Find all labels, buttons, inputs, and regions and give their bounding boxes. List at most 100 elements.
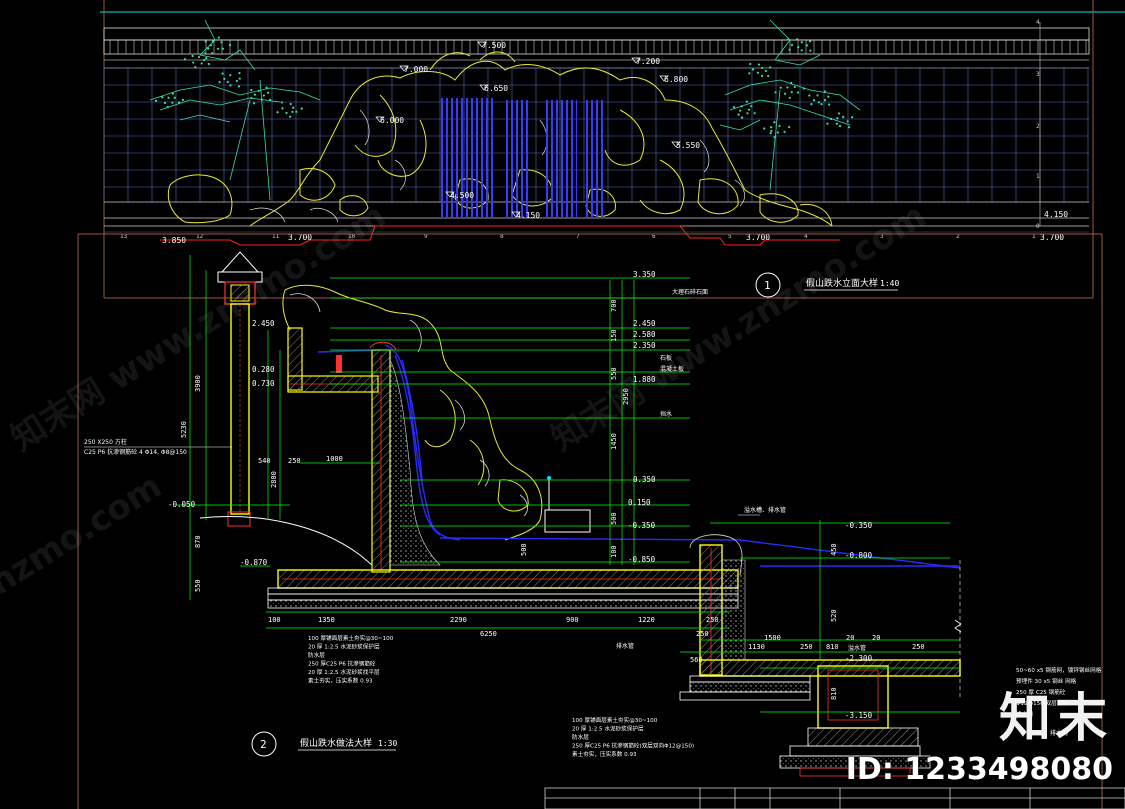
leaf-mark	[769, 132, 772, 135]
leaf-mark	[820, 102, 823, 106]
leaf-mark	[285, 111, 288, 115]
sec-level-2350: 2.350	[633, 341, 656, 350]
leaf-mark	[292, 106, 295, 109]
leaf-mark	[826, 122, 829, 125]
leaf-mark	[828, 103, 831, 106]
sec-level-2580: 2.580	[633, 330, 656, 339]
leaf-mark	[171, 101, 174, 104]
leaf-mark	[827, 95, 830, 98]
leaf-mark	[237, 85, 241, 88]
leaf-mark	[200, 62, 203, 65]
sec-level-2450r: 2.450	[633, 319, 656, 328]
title-block	[544, 787, 1125, 809]
leaf-mark	[767, 74, 770, 78]
construction-note: 20 厚 1:2.5 水泥砂浆保护层	[308, 643, 380, 651]
dim-870: 870	[194, 535, 202, 548]
drawing-number-1: 1	[764, 279, 771, 292]
sec-level-m0350a: -0.350	[628, 521, 656, 530]
leaf-mark	[737, 113, 740, 116]
leaf-mark	[217, 36, 220, 39]
leaf-mark	[177, 101, 181, 104]
leaf-mark	[770, 129, 773, 133]
leaf-mark	[748, 72, 751, 75]
leaf-mark	[753, 112, 756, 115]
sec-level-m3150: -3.150	[845, 711, 873, 720]
brand-logo-text: 知末	[998, 689, 1111, 749]
leaf-mark	[773, 121, 776, 124]
leaf-mark	[295, 110, 298, 113]
construction-note: 素土夯实，压实系数 0.93	[308, 677, 373, 685]
elevation-drawing: 43 210 13 12 11 10 9 8 7 6 5 4 3 2 1 7.5…	[100, 0, 1125, 299]
leaf-mark	[740, 105, 743, 108]
misc-540: 540	[258, 457, 271, 465]
sec-level-0150: 0.150	[628, 498, 651, 507]
dim-520: 520	[830, 609, 838, 622]
construction-note: 防水层	[572, 733, 589, 741]
sec-level-0280: 0.280	[252, 365, 275, 374]
leaf-mark	[226, 80, 229, 84]
leaf-mark	[166, 105, 170, 109]
sec-level-1880: 1.880	[633, 375, 656, 384]
leaf-mark	[837, 112, 841, 115]
leaf-mark	[838, 124, 842, 128]
leaf-mark	[167, 96, 170, 99]
waterfall-elevation	[438, 98, 605, 218]
leaf-mark	[797, 46, 800, 49]
leaf-mark	[749, 62, 752, 66]
misc-1000: 1000	[326, 455, 343, 463]
label-concrete-slab: 混凝土板	[660, 365, 684, 373]
leaf-mark	[760, 66, 764, 70]
leaf-mark	[194, 66, 197, 69]
leaf-mark	[751, 68, 755, 71]
leaf-mark	[808, 94, 811, 97]
section-scale: 1:30	[378, 739, 397, 748]
leaf-mark	[250, 96, 253, 100]
sec-level-3350: 3.350	[633, 270, 656, 279]
leaf-mark	[835, 122, 838, 125]
leaf-mark	[276, 111, 279, 114]
leaf-mark	[816, 94, 819, 97]
hdim-900: 900	[566, 616, 579, 624]
leaf-mark	[238, 77, 241, 80]
leaf-mark	[260, 98, 264, 101]
svg-text:0: 0	[1036, 223, 1040, 230]
leaf-mark	[830, 117, 833, 121]
hdim-1350: 1350	[318, 616, 335, 624]
dim-2800: 2800	[270, 471, 278, 488]
svg-text:1: 1	[1036, 173, 1040, 180]
leaf-mark	[267, 91, 270, 94]
leaf-mark	[204, 40, 207, 43]
label-overflow: 溢水槽、排水管	[744, 506, 786, 514]
dim-500: 500	[610, 512, 618, 525]
leaf-mark	[209, 44, 213, 47]
sec-level-2450l: 2.450	[252, 319, 275, 328]
construction-note: 50~60 x5 钢筋网，镀锌钢丝网格	[1016, 666, 1102, 674]
leaf-mark	[289, 102, 292, 106]
leaf-mark	[281, 107, 284, 110]
leaf-mark	[790, 81, 793, 84]
image-id-text: ID: 1233498080	[845, 752, 1113, 787]
hdim-1500: 1500	[764, 634, 781, 642]
dim-1450: 1450	[610, 433, 618, 450]
elevation-title: 假山跌水立面大样	[806, 277, 878, 289]
leaf-mark	[746, 112, 749, 115]
leaf-mark	[783, 92, 787, 95]
leaf-mark	[773, 136, 776, 139]
leaf-mark	[739, 109, 742, 112]
label-stone-slab: 石板	[660, 354, 672, 362]
leaf-mark	[207, 47, 210, 50]
dim-150: 150	[610, 329, 618, 342]
leaf-mark	[262, 94, 266, 97]
svg-text:4: 4	[1036, 19, 1040, 26]
construction-note: 防水层	[308, 651, 325, 659]
dim-450: 450	[830, 543, 838, 556]
hdim-1130: 1130	[748, 643, 765, 651]
construction-note: 250 厚C25 P6 抗渗钢筋砼(双层双向Φ12@150)	[572, 742, 694, 750]
hdim-20a: 20	[846, 634, 854, 642]
cad-drawing-canvas: 43 210 13 12 11 10 9 8 7 6 5 4 3 2 1 7.5…	[77, 0, 1125, 809]
leaf-mark	[250, 88, 253, 92]
leaf-mark	[229, 74, 232, 77]
leaf-mark	[220, 41, 223, 44]
elev-level-4150b: 4.150	[1044, 210, 1068, 219]
label-overflow-pipe: 溢水管	[848, 644, 866, 652]
